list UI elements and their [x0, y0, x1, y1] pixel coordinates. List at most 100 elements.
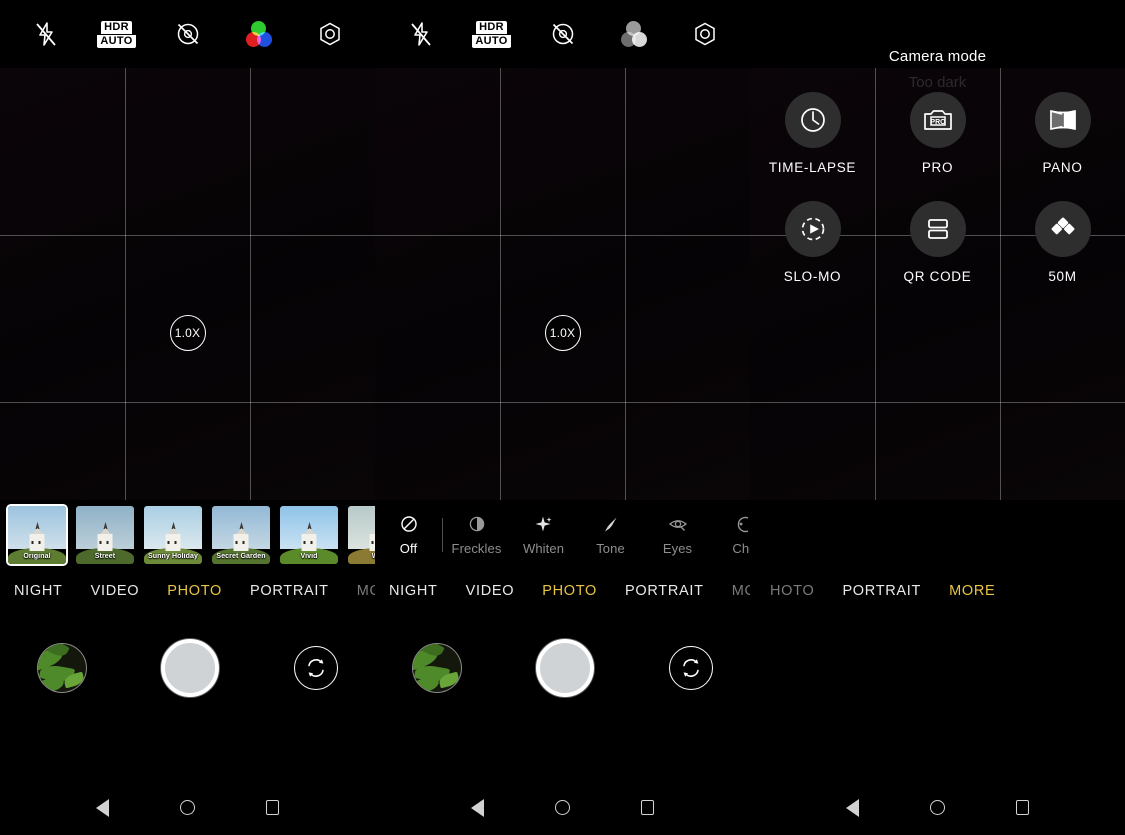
recents-square-icon[interactable]: [631, 791, 665, 825]
camera-panel-1: HDR AUTO 1.0X Original Street Sunny Holi…: [0, 0, 375, 780]
beauty-whiten-button[interactable]: Whiten: [510, 515, 577, 556]
shutter-button[interactable]: [161, 638, 220, 697]
hdr-auto-icon[interactable]: HDR AUTO: [472, 15, 512, 53]
mode-tabs-1[interactable]: NIGHT VIDEO PHOTO PORTRAIT MOR: [0, 576, 375, 606]
mode-tab-photo[interactable]: PHOTO: [528, 583, 611, 599]
shutter-button[interactable]: [536, 638, 595, 697]
nav-segment: [750, 780, 1125, 835]
gallery-thumbnail-button[interactable]: [412, 642, 463, 693]
settings-icon[interactable]: [685, 15, 725, 53]
filter-item[interactable]: Street: [74, 504, 136, 566]
pro-icon: PRO: [909, 92, 966, 148]
filter-label: Original: [23, 553, 51, 560]
beauty-toolbar[interactable]: Off Freckles Whiten Tone Eyes Ch: [375, 500, 750, 570]
whiten-icon: [534, 515, 553, 534]
recents-square-icon[interactable]: [256, 791, 290, 825]
color-filter-icon[interactable]: [614, 15, 654, 53]
beauty-freckles-button[interactable]: Freckles: [443, 515, 510, 556]
grid-line-vertical: [125, 68, 126, 500]
grid-line-vertical: [250, 68, 251, 500]
mode-tab-photo[interactable]: PHOTO: [153, 583, 236, 599]
beauty-label: Freckles: [451, 540, 502, 556]
camera-mode-pro[interactable]: PRO PRO: [875, 92, 1000, 175]
camera-mode-qr-code[interactable]: QR CODE: [875, 201, 1000, 284]
shutter-row-2: [375, 625, 750, 710]
switch-camera-button[interactable]: [293, 645, 338, 690]
viewfinder-1[interactable]: 1.0X: [0, 68, 375, 500]
beauty-label: Whiten: [522, 540, 565, 556]
nav-segment: [0, 780, 375, 835]
filter-item[interactable]: Original: [6, 504, 68, 566]
mode-tab-night[interactable]: NIGHT: [0, 583, 77, 599]
recents-square-icon[interactable]: [1006, 791, 1040, 825]
hdr-auto-label: AUTO: [472, 34, 511, 48]
beauty-cheeks-button[interactable]: Che: [711, 515, 750, 556]
time-lapse-icon: [784, 92, 841, 148]
mode-tab-portrait[interactable]: PORTRAIT: [611, 583, 718, 599]
flash-off-icon[interactable]: [401, 15, 441, 53]
shutter-row-1: [0, 625, 375, 710]
camera-mode-label: QR CODE: [903, 269, 972, 284]
mode-tabs-3[interactable]: HOTO PORTRAIT MORE: [750, 576, 1125, 606]
viewfinder-2[interactable]: 1.0X: [375, 68, 750, 500]
gallery-thumbnail-button[interactable]: [37, 642, 88, 693]
hdr-label: HDR: [101, 20, 132, 34]
beauty-eyes-button[interactable]: Eyes: [644, 515, 711, 556]
filter-item[interactable]: Vivid: [278, 504, 340, 566]
preview-surface: [0, 68, 375, 500]
beauty-tone-button[interactable]: Tone: [577, 515, 644, 556]
mode-tab-video[interactable]: VIDEO: [77, 583, 154, 599]
switch-camera-button[interactable]: [668, 645, 713, 690]
grid-line-horizontal: [375, 402, 750, 403]
camera-mode-pano[interactable]: PANO: [1000, 92, 1125, 175]
camera-panel-2: HDR AUTO 1.0X Off Freckles Whiten Tone E…: [375, 0, 750, 780]
camera-mode-label: SLO-MO: [783, 269, 842, 284]
top-toolbar-1: HDR AUTO: [0, 0, 375, 68]
flash-off-icon[interactable]: [26, 15, 66, 53]
settings-icon[interactable]: [310, 15, 350, 53]
svg-text:PRO: PRO: [930, 119, 946, 126]
home-circle-icon[interactable]: [171, 791, 205, 825]
filter-label: Wa: [348, 553, 375, 560]
filter-label: Street: [94, 553, 116, 560]
top-toolbar-2: HDR AUTO: [375, 0, 750, 68]
mode-tab-photo[interactable]: HOTO: [756, 583, 828, 599]
mode-tab-night[interactable]: NIGHT: [375, 583, 452, 599]
motion-photo-off-icon[interactable]: [543, 15, 583, 53]
filter-item[interactable]: Sunny Holiday: [142, 504, 204, 566]
motion-photo-off-icon[interactable]: [168, 15, 208, 53]
beauty-off-button[interactable]: Off: [375, 515, 442, 556]
zoom-level-button[interactable]: 1.0X: [169, 315, 206, 351]
camera-mode-label: TIME-LAPSE: [768, 160, 857, 175]
back-triangle-icon[interactable]: [86, 791, 120, 825]
color-filter-icon[interactable]: [239, 15, 279, 53]
camera-app-screen: HDR AUTO 1.0X Original Street Sunny Holi…: [0, 0, 1125, 835]
mode-tab-more[interactable]: MOR: [343, 583, 375, 599]
camera-mode-label: PANO: [1042, 160, 1083, 175]
mode-tab-more[interactable]: MOR: [718, 583, 750, 599]
mode-tabs-2[interactable]: NIGHT VIDEO PHOTO PORTRAIT MOR: [375, 576, 750, 606]
home-circle-icon[interactable]: [921, 791, 955, 825]
camera-mode-slo-mo[interactable]: SLO-MO: [750, 201, 875, 284]
mode-tab-portrait[interactable]: PORTRAIT: [236, 583, 343, 599]
filter-strip[interactable]: Original Street Sunny Holiday Secret Gar…: [0, 500, 375, 570]
fifty-megapixel-icon: [1034, 201, 1091, 257]
back-triangle-icon[interactable]: [461, 791, 495, 825]
camera-mode-50m[interactable]: 50M: [1000, 201, 1125, 284]
home-circle-icon[interactable]: [546, 791, 580, 825]
zoom-level-button[interactable]: 1.0X: [544, 315, 581, 351]
hdr-auto-label: AUTO: [97, 34, 136, 48]
camera-mode-time-lapse[interactable]: TIME-LAPSE: [750, 92, 875, 175]
filter-item[interactable]: Secret Garden: [210, 504, 272, 566]
pano-icon: [1034, 92, 1091, 148]
eyes-icon: [668, 515, 688, 534]
filter-label: Vivid: [300, 553, 318, 560]
back-triangle-icon[interactable]: [836, 791, 870, 825]
mode-tab-more[interactable]: MORE: [935, 583, 1009, 599]
filter-item[interactable]: Wa: [346, 504, 375, 566]
cheeks-icon: [735, 515, 750, 534]
hdr-auto-icon[interactable]: HDR AUTO: [97, 15, 137, 53]
camera-mode-grid: TIME-LAPSE PRO PRO PANO SLO-MO QR CODE 5…: [750, 92, 1125, 284]
mode-tab-portrait[interactable]: PORTRAIT: [828, 583, 935, 599]
mode-tab-video[interactable]: VIDEO: [452, 583, 529, 599]
